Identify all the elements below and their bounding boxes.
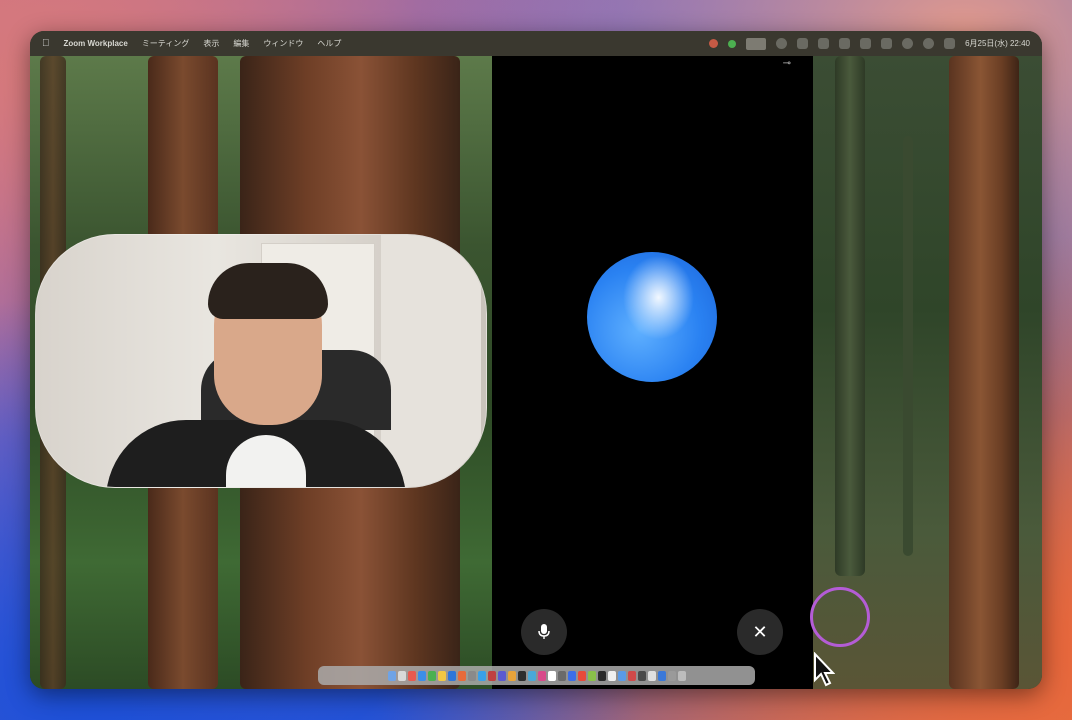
- dock-app-icon[interactable]: [437, 670, 446, 681]
- tree-trunk: [949, 56, 1019, 689]
- menu-help[interactable]: ヘルプ: [317, 38, 341, 49]
- dock-app-icon[interactable]: [487, 670, 496, 681]
- dock-app-icon[interactable]: [467, 670, 476, 681]
- battery-icon[interactable]: [860, 38, 872, 49]
- control-center-icon[interactable]: [944, 38, 956, 49]
- dock-app-icon[interactable]: [577, 670, 586, 681]
- dock-app-icon[interactable]: [457, 670, 466, 681]
- screen-share-status-icon[interactable]: [746, 37, 767, 50]
- close-icon: ✕: [752, 621, 768, 642]
- extension-icon[interactable]: [818, 38, 830, 49]
- dock-app-icon[interactable]: [397, 670, 406, 681]
- mouse-cursor-icon: [814, 652, 835, 687]
- dock-app-icon[interactable]: [427, 670, 436, 681]
- dock-app-icon[interactable]: [527, 670, 536, 681]
- dock-app-icon[interactable]: [547, 670, 556, 681]
- bluetooth-icon[interactable]: [797, 38, 809, 49]
- dock-app-icon[interactable]: [447, 670, 456, 681]
- menu-bar:  Zoom Workplace ミーティング 表示 編集 ウィンドウ ヘルプ …: [30, 31, 1042, 56]
- dock-app-icon[interactable]: [667, 670, 676, 681]
- dock-app-icon[interactable]: [407, 670, 416, 681]
- dock-app-icon[interactable]: [617, 670, 626, 681]
- person-hair: [208, 263, 328, 319]
- close-button[interactable]: ✕: [737, 609, 783, 655]
- dock-app-icon[interactable]: [517, 670, 526, 681]
- dock-app-icon[interactable]: [637, 670, 646, 681]
- window-icon[interactable]: [839, 38, 851, 49]
- dock-app-icon[interactable]: [677, 670, 686, 681]
- dock: [318, 666, 755, 685]
- search-icon[interactable]: [923, 38, 935, 49]
- tree-trunk: [835, 56, 865, 576]
- menu-view[interactable]: 表示: [203, 38, 219, 49]
- menu-app-name[interactable]: Zoom Workplace: [64, 39, 128, 48]
- dock-app-icon[interactable]: [497, 670, 506, 681]
- dock-app-icon[interactable]: [477, 670, 486, 681]
- sync-icon[interactable]: [776, 38, 788, 49]
- voice-assistant-panel: ⊸ ✕: [492, 56, 813, 689]
- dock-app-icon[interactable]: [647, 670, 656, 681]
- desktop-screen:  Zoom Workplace ミーティング 表示 編集 ウィンドウ ヘルプ …: [30, 31, 1042, 689]
- input-source-icon[interactable]: [881, 38, 893, 49]
- menu-meeting[interactable]: ミーティング: [142, 38, 190, 49]
- microphone-icon: [538, 624, 550, 639]
- dock-app-icon[interactable]: [627, 670, 636, 681]
- menu-window[interactable]: ウィンドウ: [263, 38, 303, 49]
- dock-app-icon[interactable]: [567, 670, 576, 681]
- webcam-preview[interactable]: [35, 234, 487, 488]
- dock-app-icon[interactable]: [387, 670, 396, 681]
- assistant-orb: [587, 252, 717, 382]
- dock-app-icon[interactable]: [607, 670, 616, 681]
- camera-status-icon[interactable]: [728, 39, 737, 48]
- menu-edit[interactable]: 編集: [233, 38, 249, 49]
- dock-app-icon[interactable]: [417, 670, 426, 681]
- menubar-clock[interactable]: 6月25日(水) 22:40: [965, 38, 1030, 49]
- recording-status-icon[interactable]: [709, 39, 719, 48]
- wifi-icon[interactable]: [902, 38, 914, 49]
- dock-app-icon[interactable]: [557, 670, 566, 681]
- dock-app-icon[interactable]: [587, 670, 596, 681]
- click-highlight-ring: [810, 587, 870, 647]
- tree-trunk: [903, 136, 913, 556]
- microphone-button[interactable]: [521, 609, 567, 655]
- dock-app-icon[interactable]: [537, 670, 546, 681]
- dock-app-icon[interactable]: [507, 670, 516, 681]
- dock-app-icon[interactable]: [657, 670, 666, 681]
- dock-app-icon[interactable]: [597, 670, 606, 681]
- apple-icon[interactable]: : [42, 38, 50, 49]
- pin-icon[interactable]: ⊸: [783, 58, 791, 69]
- background-wall: [381, 235, 481, 487]
